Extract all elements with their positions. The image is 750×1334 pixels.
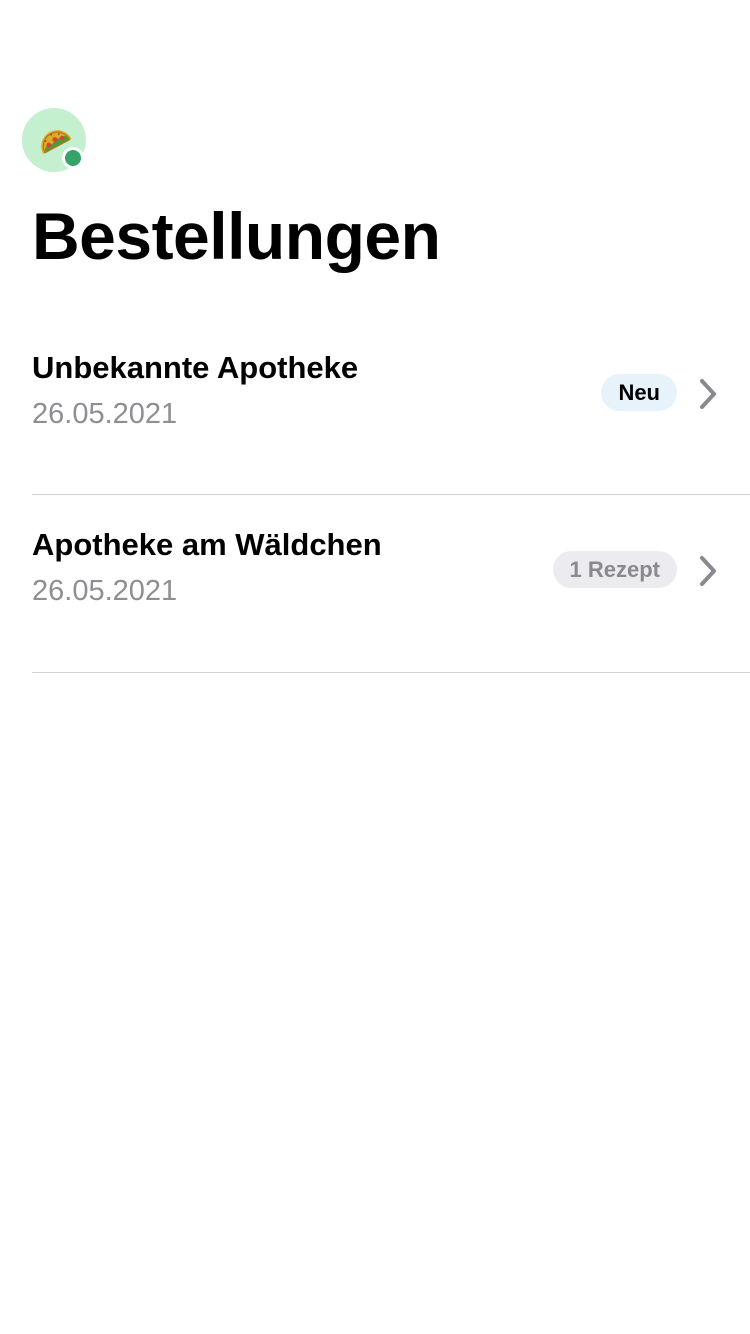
new-order-badge: Neu [601,374,677,411]
chevron-right-icon [700,556,716,586]
status-dot-icon [65,150,81,166]
order-list: Unbekannte Apotheke 26.05.2021 Neu Apoth… [32,318,750,673]
order-row[interactable]: Apotheke am Wäldchen 26.05.2021 1 Rezept [32,495,750,673]
prescription-count-badge: 1 Rezept [552,551,677,588]
page-title: Bestellungen [32,199,441,273]
pharmacy-name: Unbekannte Apotheke [32,350,359,385]
order-date: 26.05.2021 [32,575,178,607]
chevron-right-icon [700,379,716,409]
pharmacy-name: Apotheke am Wäldchen [32,527,382,562]
order-date: 26.05.2021 [32,398,178,430]
online-status-indicator [62,147,84,169]
order-row[interactable]: Unbekannte Apotheke 26.05.2021 Neu [32,318,750,495]
